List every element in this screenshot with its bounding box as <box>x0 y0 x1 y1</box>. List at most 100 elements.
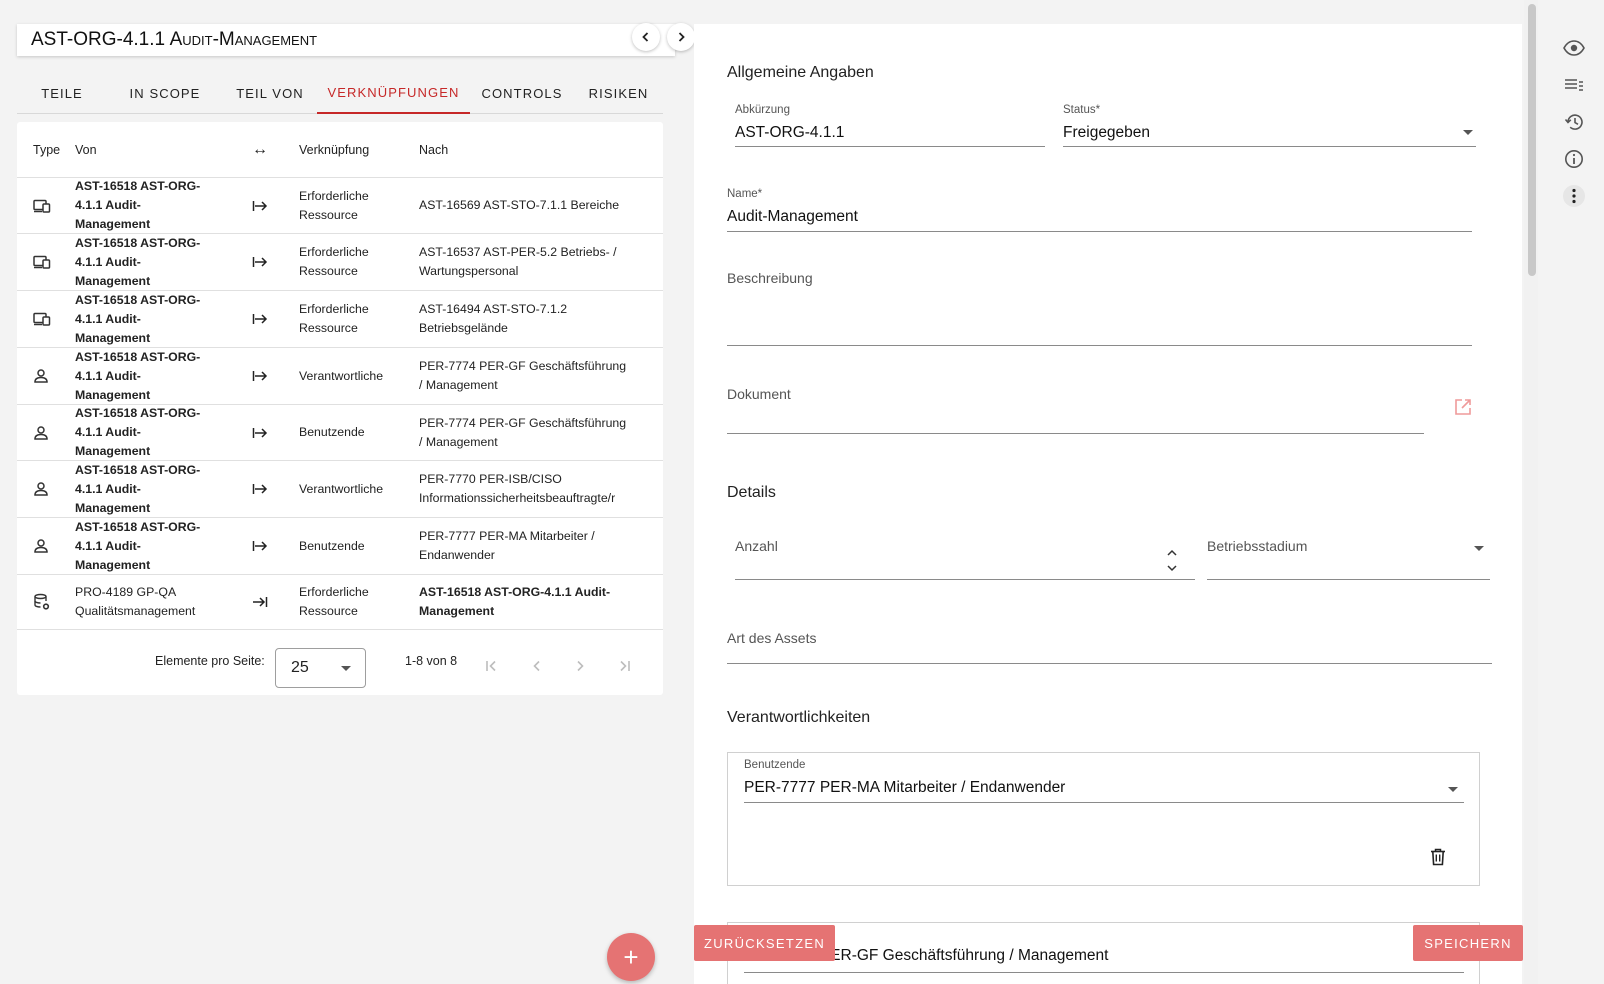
table-row[interactable]: PRO-4189 GP-QA Qualitätsmanagement Erfor… <box>17 575 663 630</box>
more-vertical-icon <box>1563 185 1585 207</box>
add-link-button[interactable]: + <box>607 933 655 981</box>
beschreibung-label: Beschreibung <box>727 270 813 286</box>
abkuerzung-field[interactable]: Abkürzung AST-ORG-4.1.1 <box>735 104 1045 147</box>
verantwortliche-select[interactable]: PER-7774 PER-GF Geschäftsführung / Manag… <box>744 933 1464 973</box>
benutzende-select[interactable]: Benutzende PER-7777 PER-MA Mitarbeiter /… <box>744 759 1464 803</box>
table-row[interactable]: AST-16518 AST-ORG- 4.1.1 Audit- Management… <box>17 518 663 575</box>
tab-teile[interactable]: Teile <box>17 72 107 114</box>
tab-teil-von[interactable]: Teil von <box>223 72 317 114</box>
table-row[interactable]: AST-16518 AST-ORG- 4.1.1 Audit- Management… <box>17 461 663 518</box>
arrow-from-start-icon <box>252 312 268 326</box>
table-row[interactable]: AST-16518 AST-ORG- 4.1.1 Audit- Management… <box>17 234 663 291</box>
dokument-label: Dokument <box>727 386 791 402</box>
eye-icon <box>1563 40 1585 56</box>
outline-button[interactable] <box>1556 67 1592 103</box>
col-type[interactable]: Type <box>17 143 75 157</box>
responsibility-card: PER-7774 PER-GF Geschäftsführung / Manag… <box>727 922 1480 984</box>
col-verknuepfung[interactable]: Verknüpfung <box>295 143 419 157</box>
chevron-down-icon[interactable] <box>1166 563 1178 573</box>
tab-controls[interactable]: Controls <box>470 72 574 114</box>
next-page-button[interactable] <box>568 656 592 676</box>
anzahl-field[interactable]: Anzahl <box>735 536 1195 580</box>
expand-right-button[interactable] <box>667 23 695 51</box>
responsibility-card: Benutzende PER-7777 PER-MA Mitarbeiter /… <box>727 752 1480 886</box>
person-icon <box>33 368 49 384</box>
row-von: AST-16518 AST-ORG- <box>75 349 201 364</box>
first-page-button[interactable] <box>480 656 504 676</box>
page-size-value: 25 <box>291 659 309 676</box>
more-options-button[interactable] <box>1556 178 1592 214</box>
chevron-up-icon[interactable] <box>1166 548 1178 558</box>
betriebsstadium-select[interactable]: Betriebsstadium <box>1207 536 1490 580</box>
name-field[interactable]: Name* Audit-Management <box>727 188 1472 232</box>
row-verknuepfung: Erforderliche <box>299 188 369 203</box>
benutzende-label: Benutzende <box>744 759 806 771</box>
scrollbar-thumb[interactable] <box>1528 4 1536 276</box>
abkuerzung-value: AST-ORG-4.1.1 <box>735 124 845 141</box>
arrow-from-start-icon <box>252 482 268 496</box>
abkuerzung-label: Abkürzung <box>735 104 790 116</box>
reset-button[interactable]: Zurücksetzen <box>694 925 835 961</box>
row-verknuepfung: Erforderliche <box>299 585 369 599</box>
dokument-field[interactable]: Dokument <box>727 386 1424 434</box>
paginator: Elemente pro Seite: 25 1-8 von 8 <box>17 632 663 695</box>
arrow-from-start-icon <box>252 426 268 440</box>
row-nach: AST-16569 AST-STO-7.1.1 Bereiche <box>419 198 620 212</box>
dropdown-caret-icon <box>341 666 351 671</box>
table-row[interactable]: AST-16518 AST-ORG- 4.1.1 Audit- Management… <box>17 348 663 405</box>
col-von[interactable]: Von <box>75 143 225 157</box>
devices-icon <box>33 255 51 269</box>
chevron-right-icon <box>577 660 584 672</box>
row-verknuepfung: Erforderliche <box>299 245 369 259</box>
row-verknuepfung: Benutzende <box>299 538 365 553</box>
history-button[interactable] <box>1556 104 1592 140</box>
form-scrollbar[interactable] <box>1524 0 1538 984</box>
table-row[interactable]: AST-16518 AST-ORG- 4.1.1 Audit- Management… <box>17 405 663 461</box>
tab-risiken[interactable]: Risiken <box>574 72 663 114</box>
last-page-icon <box>620 660 630 672</box>
row-von: AST-16518 AST-ORG- <box>75 179 201 193</box>
devices-icon <box>33 199 51 213</box>
save-button[interactable]: Speichern <box>1413 925 1523 961</box>
row-nach: AST-16494 AST-STO-7.1.2 <box>419 302 568 316</box>
first-page-icon <box>486 660 496 672</box>
delete-responsibility-button[interactable] <box>1430 848 1446 871</box>
title-name: Audit-Management <box>169 29 318 50</box>
betriebsstadium-label: Betriebsstadium <box>1207 538 1308 554</box>
row-verknuepfung: Erforderliche <box>299 302 369 316</box>
preview-button[interactable] <box>1556 30 1592 66</box>
last-page-button[interactable] <box>612 656 636 676</box>
devices-icon <box>33 312 51 326</box>
dropdown-caret-icon <box>1448 787 1458 792</box>
section-responsibilities-title: Verantwortlichkeiten <box>727 709 871 726</box>
collapse-left-button[interactable] <box>632 23 660 51</box>
art-des-assets-field[interactable]: Art des Assets <box>727 630 1492 664</box>
row-verknuepfung: Benutzende <box>299 425 365 439</box>
table-row[interactable]: AST-16518 AST-ORG- 4.1.1 Audit- Management… <box>17 291 663 348</box>
page-size-label: Elemente pro Seite: <box>155 654 265 668</box>
open-in-new-icon <box>1455 399 1471 415</box>
anzahl-stepper[interactable] <box>1166 548 1178 573</box>
open-document-button[interactable] <box>1454 398 1472 421</box>
person-icon <box>33 425 49 441</box>
col-nach[interactable]: Nach <box>419 143 663 157</box>
tab-in-scope[interactable]: In Scope <box>107 72 223 114</box>
tab-verknuepfungen[interactable]: Verknüpfungen <box>317 72 470 114</box>
col-direction[interactable]: ↔ <box>225 141 295 159</box>
status-value: Freigegeben <box>1063 124 1151 141</box>
chevron-left-icon <box>642 32 649 42</box>
status-select[interactable]: Status* Freigegeben <box>1063 104 1476 147</box>
row-verknuepfung: Verantwortliche <box>299 368 384 383</box>
info-button[interactable] <box>1556 141 1592 177</box>
beschreibung-field[interactable]: Beschreibung <box>727 270 1472 346</box>
anzahl-label: Anzahl <box>735 538 778 554</box>
prev-page-button[interactable] <box>525 656 549 676</box>
name-value: Audit-Management <box>727 208 858 225</box>
plus-icon: + <box>623 941 639 972</box>
name-label: Name* <box>727 188 763 200</box>
table-row[interactable]: AST-16518 AST-ORG- 4.1.1 Audit- Management… <box>17 178 663 234</box>
history-icon <box>1564 114 1583 130</box>
page-size-select[interactable]: 25 <box>275 648 366 688</box>
row-nach: PER-7774 PER-GF Geschäftsführung <box>419 359 627 373</box>
page-title: AST-ORG-4.1.1 Audit-Management <box>17 24 675 56</box>
